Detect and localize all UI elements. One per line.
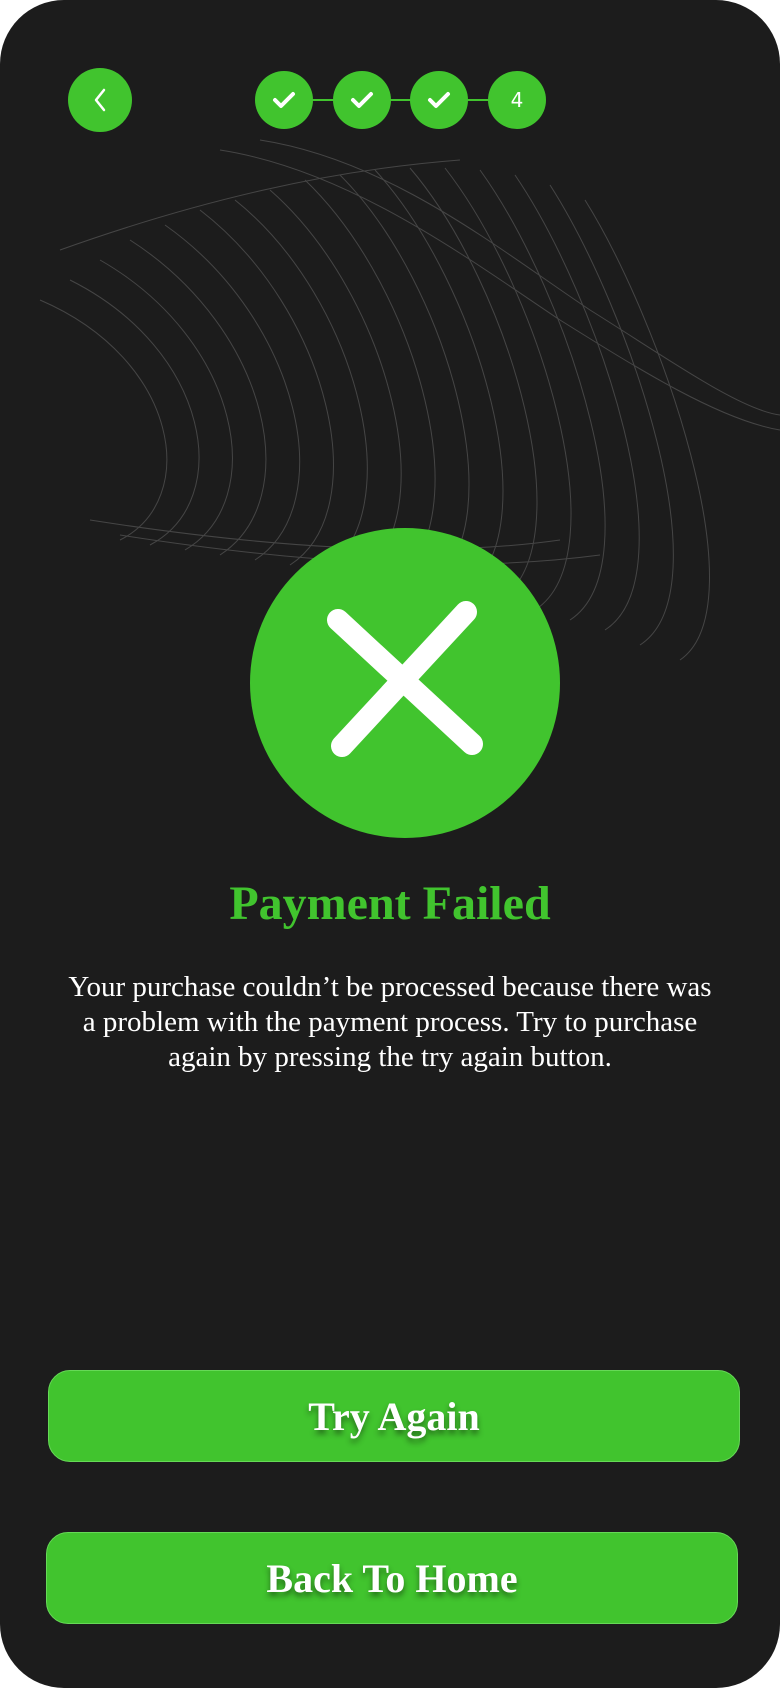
chevron-left-icon xyxy=(94,88,106,112)
close-x-icon xyxy=(327,601,483,757)
failure-status-badge xyxy=(250,528,560,838)
step-4-current: 4 xyxy=(488,71,546,129)
step-1-completed xyxy=(255,71,313,129)
try-again-button[interactable]: Try Again xyxy=(48,1370,740,1462)
step-number: 4 xyxy=(510,88,524,112)
checkmark-icon xyxy=(428,92,450,108)
step-3-completed xyxy=(410,71,468,129)
stepper-connector xyxy=(283,99,523,101)
step-2-completed xyxy=(333,71,391,129)
back-button[interactable] xyxy=(68,68,132,132)
checkmark-icon xyxy=(351,92,373,108)
try-again-label: Try Again xyxy=(308,1393,480,1439)
failure-message: Your purchase couldn’t be processed beca… xyxy=(68,971,712,1073)
back-to-home-button[interactable]: Back To Home xyxy=(46,1532,738,1624)
checkmark-icon xyxy=(273,92,295,108)
payment-failed-screen: 4 Payment Failed Your purchase couldn’t … xyxy=(0,0,780,1688)
page-title: Payment Failed xyxy=(229,877,551,930)
progress-stepper: 4 xyxy=(255,71,546,129)
back-to-home-label: Back To Home xyxy=(266,1555,518,1601)
